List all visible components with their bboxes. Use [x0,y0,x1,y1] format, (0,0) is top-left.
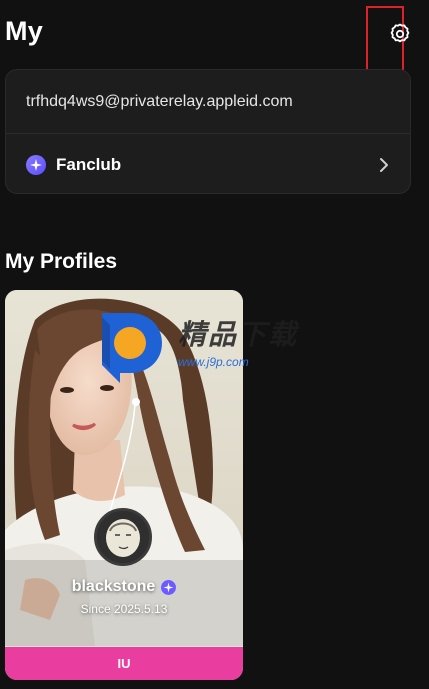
account-email-row: trfhdq4ws9@privaterelay.appleid.com [6,70,410,134]
settings-button[interactable] [386,20,414,48]
my-page: My trfhdq4ws9@privaterelay.appleid.com F… [0,0,429,689]
artist-name: IU [117,656,131,671]
profile-card[interactable]: blackstone Since 2025.5.13 IU [5,290,243,680]
fanclub-row[interactable]: Fanclub [6,134,410,193]
sparkle-icon [26,154,46,175]
fanclub-label: Fanclub [56,154,122,174]
chevron-right-icon [380,157,388,172]
profile-name: blackstone [71,578,156,595]
account-email: trfhdq4ws9@privaterelay.appleid.com [26,92,293,110]
profile-since-date: Since 2025.5.13 [80,602,168,616]
fanclub-left: Fanclub [26,154,122,175]
section-title-my-profiles: My Profiles [5,250,118,273]
profile-name-row: blackstone [5,578,243,596]
avatar [94,508,152,566]
account-card: trfhdq4ws9@privaterelay.appleid.com Fanc… [5,69,411,194]
verified-badge-icon [161,579,177,595]
artist-label-bar: IU [5,647,243,680]
page-title: My [5,16,43,46]
gear-icon [390,23,410,43]
